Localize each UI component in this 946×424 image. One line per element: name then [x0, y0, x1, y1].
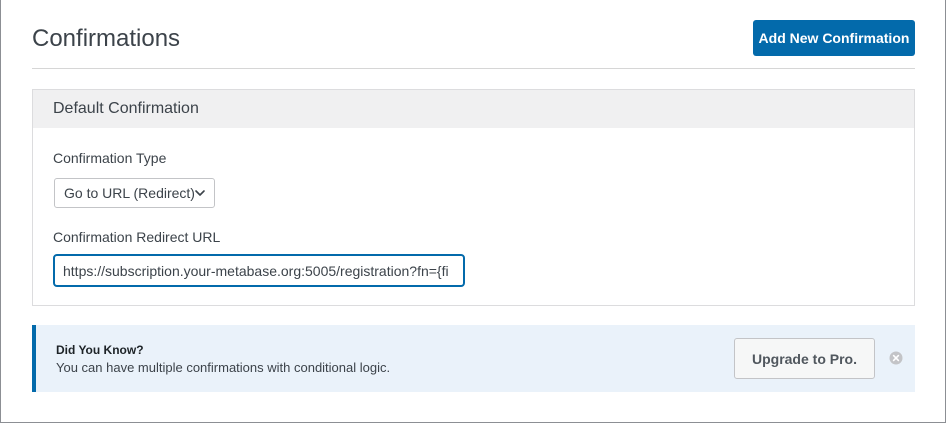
redirect-url-input[interactable]: https://subscription.your-metabase.org:5… [53, 254, 465, 287]
close-circle-icon[interactable] [889, 351, 903, 365]
confirmations-settings-section: Confirmations Add New Confirmation Defau… [0, 0, 946, 423]
default-confirmation-panel: Default Confirmation Confirmation Type G… [32, 89, 915, 306]
title-divider [32, 68, 915, 69]
notice-text: You can have multiple confirmations with… [56, 360, 391, 375]
notice-title: Did You Know? [56, 343, 144, 357]
panel-title: Default Confirmation [53, 100, 199, 117]
add-new-confirmation-button[interactable]: Add New Confirmation [753, 20, 915, 56]
redirect-url-value: https://subscription.your-metabase.org:5… [63, 262, 449, 279]
chevron-down-icon [195, 190, 205, 196]
confirmation-type-select[interactable]: Go to URL (Redirect) [54, 178, 215, 208]
redirect-url-label: Confirmation Redirect URL [53, 229, 221, 245]
confirmation-type-label: Confirmation Type [53, 150, 167, 166]
confirmation-type-value: Go to URL (Redirect) [64, 185, 195, 201]
did-you-know-notice: Did You Know? You can have multiple conf… [32, 325, 915, 392]
page-title: Confirmations [32, 25, 181, 52]
upgrade-to-pro-button[interactable]: Upgrade to Pro. [734, 338, 875, 379]
panel-header[interactable]: Default Confirmation [33, 90, 914, 128]
